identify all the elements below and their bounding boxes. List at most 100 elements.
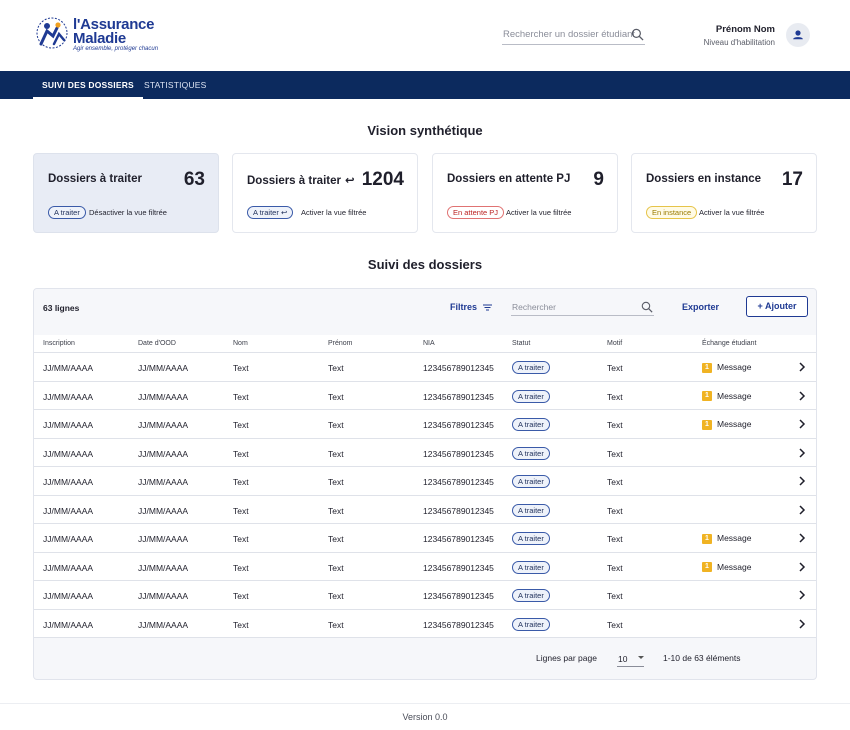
filters-label: Filtres <box>450 302 478 312</box>
chevron-right-icon[interactable] <box>798 618 806 629</box>
pagination-range: 1-10 de 63 éléments <box>663 653 741 663</box>
chevron-right-icon[interactable] <box>798 362 806 372</box>
tab-suivi-des-dossiers[interactable]: SUIVI DES DOSSIERS <box>33 71 143 99</box>
column-header-echange-etudiant[interactable]: Échange étudiant <box>702 340 757 347</box>
chevron-right-icon[interactable] <box>798 504 806 515</box>
cell-prenom: Text <box>328 534 344 544</box>
filters-button[interactable]: Filtres <box>450 302 492 312</box>
column-header-prenom[interactable]: Prénom <box>328 340 353 347</box>
cell-message[interactable]: 1 Message <box>702 419 752 430</box>
cell-date-ood: JJ/MM/AAAA <box>138 562 189 573</box>
status-badge: A traiter <box>512 617 550 631</box>
table-row[interactable]: JJ/MM/AAAA JJ/MM/AAAA Text Text 123456789012… <box>34 552 816 581</box>
summary-card-a-traiter[interactable]: Dossiers à traiter 63 A traiter Désactiv… <box>33 153 219 233</box>
cell-date-ood: JJ/MM/AAAA <box>138 420 189 430</box>
cell-statut: A traiter <box>512 532 550 545</box>
tab-statistiques[interactable]: STATISTIQUES <box>144 71 207 99</box>
summary-card-en-attente-pj[interactable]: Dossiers en attente PJ 9 En attente PJ A… <box>432 153 618 233</box>
table-row[interactable]: JJ/MM/AAAA JJ/MM/AAAA Text Text 123456789012… <box>34 467 816 496</box>
cell-nia: 123456789012345 <box>423 591 494 601</box>
table-row[interactable]: JJ/MM/AAAA JJ/MM/AAAA Text Text 123456789012… <box>34 495 816 524</box>
search-icon[interactable] <box>631 28 644 41</box>
rows-per-page-label: Lignes par page <box>536 653 597 663</box>
card-filter-toggle[interactable]: Désactiver la vue filtrée <box>89 208 167 217</box>
column-header-date-ood[interactable]: Date d'OOD <box>138 340 176 347</box>
add-button[interactable]: + Ajouter <box>746 296 808 317</box>
chevron-right-icon[interactable] <box>798 561 806 572</box>
cell-motif: Text <box>607 534 623 544</box>
cell-inscription: JJ/MM/AAAA <box>43 391 94 402</box>
card-title-text: Dossiers en instance <box>646 173 762 185</box>
message-badge-icon: 1 <box>702 362 712 373</box>
rows-per-page-value: 10 <box>618 654 628 664</box>
cell-motif: Text <box>607 477 623 487</box>
cell-date-ood: JJ/MM/AAAA <box>138 534 189 544</box>
student-search-input[interactable]: Rechercher un dossier étudiant <box>502 26 645 45</box>
card-filter-toggle[interactable]: Activer la vue filtrée <box>506 208 571 217</box>
cell-nia: 123456789012345 <box>423 477 494 487</box>
table-row[interactable]: JJ/MM/AAAA JJ/MM/AAAA Text Text 123456789012… <box>34 353 816 382</box>
student-search-placeholder: Rechercher un dossier étudiant <box>503 29 636 40</box>
chevron-right-icon[interactable] <box>798 447 806 458</box>
chevron-right-icon[interactable] <box>798 476 806 486</box>
card-title: Dossiers à traiter <box>48 173 142 185</box>
brand-name-line2: Maladie <box>73 30 126 47</box>
assurance-maladie-emblem-icon <box>36 17 68 49</box>
card-filter-toggle[interactable]: Activer la vue filtrée <box>699 208 764 217</box>
message-badge-icon: 1 <box>702 562 712 573</box>
table-row[interactable]: JJ/MM/AAAA JJ/MM/AAAA Text Text 123456789012… <box>34 438 816 467</box>
chevron-right-icon[interactable] <box>798 590 806 600</box>
chevron-right-icon[interactable] <box>798 533 806 543</box>
card-filter-toggle[interactable]: Activer la vue filtrée <box>301 208 366 217</box>
chevron-right-icon[interactable] <box>798 419 806 429</box>
cell-prenom: Text <box>328 420 344 430</box>
table-row[interactable]: JJ/MM/AAAA JJ/MM/AAAA Text Text 123456789012… <box>34 581 816 610</box>
table-row[interactable]: JJ/MM/AAAA JJ/MM/AAAA Text Text 123456789012… <box>34 381 816 410</box>
cell-nia: 123456789012345 <box>423 619 494 630</box>
status-badge: A traiter <box>512 532 550 545</box>
cell-prenom: Text <box>328 391 344 402</box>
cell-date-ood: JJ/MM/AAAA <box>138 448 189 459</box>
status-badge-label: A traiter <box>253 208 279 217</box>
summary-card-en-instance[interactable]: Dossiers en instance 17 En instance Acti… <box>631 153 817 233</box>
card-count: 63 <box>183 169 205 190</box>
cell-message[interactable]: 1 Message <box>702 362 752 373</box>
table-search-input[interactable]: Rechercher <box>511 297 654 316</box>
column-header-inscription[interactable]: Inscription <box>43 340 75 347</box>
main-nav: SUIVI DES DOSSIERS STATISTIQUES <box>0 71 850 99</box>
cell-inscription: JJ/MM/AAAA <box>43 477 94 487</box>
status-badge: A traiter ↩ <box>247 206 294 219</box>
status-badge: A traiter <box>512 560 550 574</box>
user-icon <box>793 30 803 40</box>
cell-message[interactable]: 1 Message <box>702 562 752 573</box>
table-row[interactable]: JJ/MM/AAAA JJ/MM/AAAA Text Text 123456789012… <box>34 524 816 553</box>
brand-logo[interactable]: l'Assurance Maladie Agir ensemble, proté… <box>33 14 163 56</box>
cell-statut: A traiter <box>512 503 550 517</box>
user-role: Niveau d'habilitation <box>703 38 775 47</box>
search-icon[interactable] <box>641 301 653 313</box>
cell-message[interactable]: 1 Message <box>702 391 752 402</box>
export-button[interactable]: Exporter <box>682 302 719 312</box>
rows-per-page-select[interactable]: 10 <box>617 650 644 667</box>
status-badge: A traiter <box>512 446 550 460</box>
avatar[interactable] <box>786 23 810 47</box>
pagination: Lignes par page 10 1-10 de 63 éléments <box>34 639 816 679</box>
page-footer: Version 0.0 <box>0 703 850 730</box>
column-header-nia[interactable]: NIA <box>423 340 435 347</box>
column-header-nom[interactable]: Nom <box>233 340 248 347</box>
message-badge-icon: 1 <box>702 391 712 402</box>
table-row[interactable]: JJ/MM/AAAA JJ/MM/AAAA Text Text 123456789012… <box>34 609 816 638</box>
cell-inscription: JJ/MM/AAAA <box>43 448 94 459</box>
summary-card-a-traiter-return[interactable]: Dossiers à traiter ↩ 1204 A traiter ↩ Act… <box>232 153 418 233</box>
table-row[interactable]: JJ/MM/AAAA JJ/MM/AAAA Text Text 123456789012… <box>34 410 816 439</box>
column-header-statut[interactable]: Statut <box>512 340 530 347</box>
chevron-right-icon[interactable] <box>798 390 806 401</box>
version-label: Version 0.0 <box>402 712 448 722</box>
cell-prenom: Text <box>328 505 344 516</box>
cell-nom: Text <box>233 477 249 487</box>
cell-message[interactable]: 1 Message <box>702 533 752 544</box>
column-header-motif[interactable]: Motif <box>607 340 622 347</box>
cell-motif: Text <box>607 591 623 601</box>
cell-nom: Text <box>233 534 249 544</box>
cell-inscription: JJ/MM/AAAA <box>43 420 94 430</box>
